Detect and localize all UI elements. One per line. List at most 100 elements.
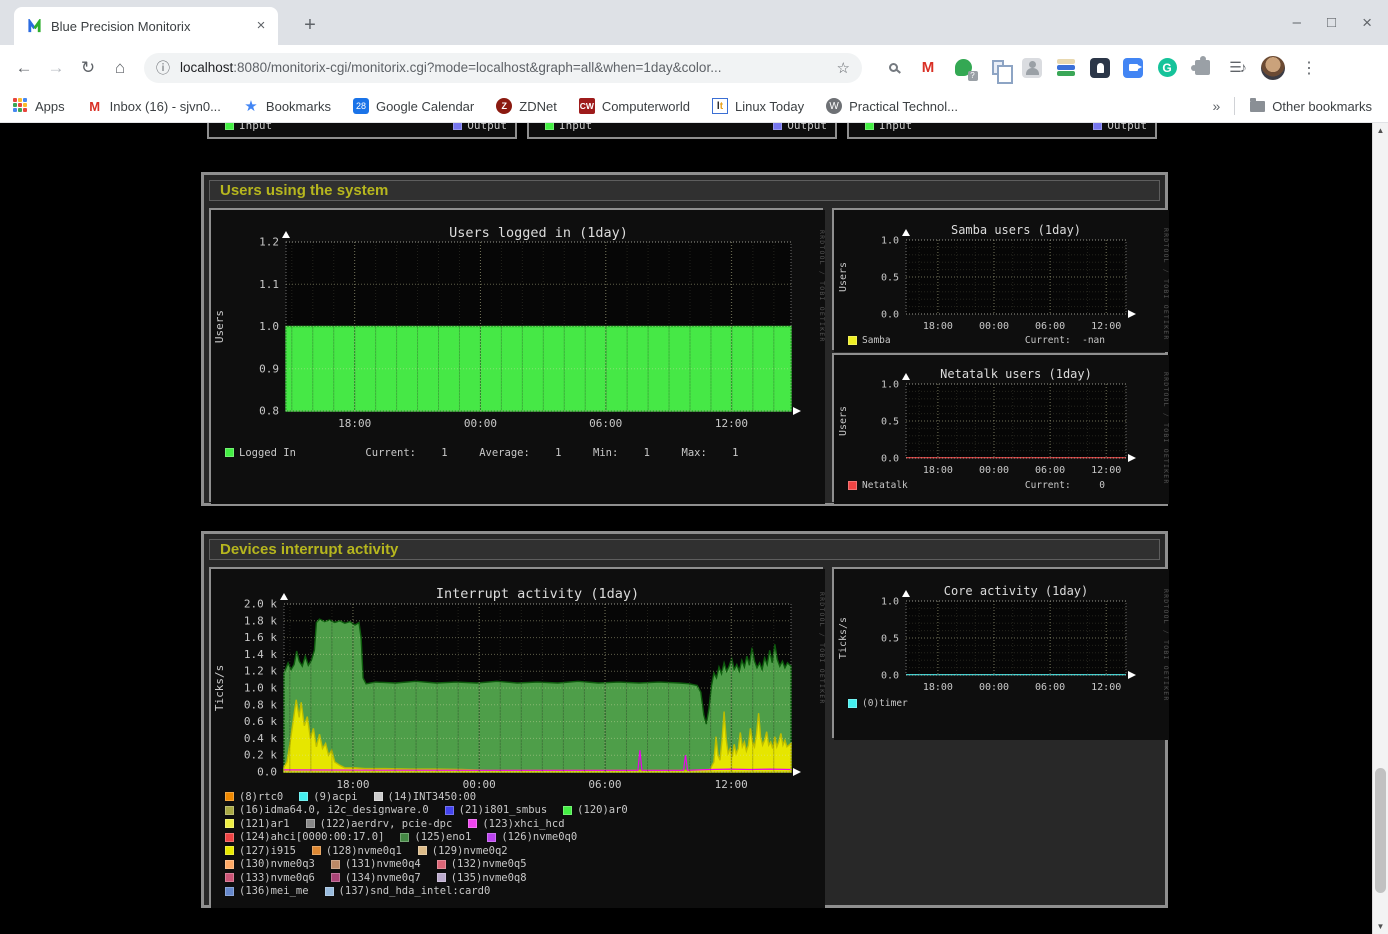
svg-text:06:00: 06:00 (1035, 321, 1065, 332)
bookmark-star-icon[interactable]: ☆ (837, 59, 850, 77)
url-host: localhost (180, 60, 233, 75)
legend-swatch (225, 819, 234, 828)
url-path: :8080/monitorix-cgi/monitorix.cgi?mode=l… (233, 60, 721, 75)
svg-text:0.8: 0.8 (259, 405, 279, 418)
computerworld-icon: CW (579, 98, 595, 114)
playlist-extension-icon[interactable]: ☰♪ (1226, 57, 1248, 79)
reload-button[interactable]: ↻ (74, 54, 102, 82)
svg-text:0.2 k: 0.2 k (244, 749, 277, 762)
window-close-button[interactable]: × (1362, 13, 1372, 33)
bookmark-computerworld[interactable]: CW Computerworld (579, 98, 690, 114)
window-minimize-button[interactable]: – (1293, 14, 1301, 31)
svg-text:12:00: 12:00 (1091, 465, 1121, 476)
gmail-extension-icon[interactable]: M (917, 57, 939, 79)
bookmark-zdnet[interactable]: Z ZDNet (496, 98, 557, 114)
section-users: Users using the system 0.80.91.01.11.218… (201, 172, 1168, 506)
bookmark-label: Inbox (16) - sjvn0... (110, 99, 221, 114)
legend-item: (131)nvme0q4 (331, 858, 421, 870)
input-swatch (865, 123, 874, 130)
bookmark-label: ZDNet (519, 99, 557, 114)
input-swatch (225, 123, 234, 130)
search-extension-icon[interactable] (882, 57, 904, 79)
bookmark-inbox[interactable]: M Inbox (16) - sjvn0... (87, 98, 221, 114)
legend-swatch (306, 819, 315, 828)
extensions-puzzle-icon[interactable] (1191, 57, 1213, 79)
grammarly-extension-icon[interactable]: G (1156, 57, 1178, 79)
bookmarks-overflow-chevron[interactable]: » (1213, 98, 1221, 114)
copy-extension-icon[interactable] (987, 57, 1009, 79)
profile-avatar[interactable] (1261, 56, 1285, 80)
grammarly-g-icon: G (1158, 58, 1177, 77)
output-label: Output (467, 123, 507, 132)
svg-text:12:00: 12:00 (1091, 682, 1121, 693)
svg-text:06:00: 06:00 (1035, 465, 1065, 476)
legend-swatch (325, 887, 334, 896)
bookmark-linux-today[interactable]: lt Linux Today (712, 98, 804, 114)
browser-titlebar: Blue Precision Monitorix × + – □ × (0, 0, 1388, 45)
window-maximize-button[interactable]: □ (1327, 14, 1336, 31)
svg-text:1.6 k: 1.6 k (244, 631, 277, 644)
scroll-up-arrow[interactable]: ▲ (1373, 123, 1388, 138)
legend-item: (124)ahci[0000:00:17.0] (225, 831, 384, 843)
lamp-extension-icon[interactable] (1090, 58, 1110, 78)
legend-swatch (468, 819, 477, 828)
legend-item: (125)eno1 (400, 831, 471, 843)
tab-close-icon[interactable]: × (252, 17, 270, 35)
person-extension-icon[interactable] (1022, 58, 1042, 78)
scrollbar-thumb[interactable] (1375, 768, 1386, 893)
new-tab-button[interactable]: + (296, 12, 324, 40)
svg-text:1.0 k: 1.0 k (244, 682, 277, 695)
svg-text:0.6 k: 0.6 k (244, 715, 277, 728)
forward-button[interactable]: → (42, 54, 70, 82)
bookmark-label: Google Calendar (376, 99, 474, 114)
browser-tab[interactable]: Blue Precision Monitorix × (14, 7, 278, 45)
section-header: Users using the system (209, 180, 1160, 201)
section-title: Devices interrupt activity (220, 541, 398, 558)
legend-swatch (225, 860, 234, 869)
svg-text:1.1: 1.1 (259, 278, 279, 291)
svg-text:18:00: 18:00 (338, 417, 371, 430)
svg-text:0.5: 0.5 (881, 417, 899, 428)
svg-text:1.0: 1.0 (259, 320, 279, 333)
voice-extension-icon[interactable] (952, 57, 974, 79)
network-graph-panel[interactable]: Input Output (207, 123, 517, 139)
video-camera-icon (1129, 64, 1138, 71)
site-info-icon[interactable]: ⓘ (156, 58, 170, 78)
legend-current: Current: -nan (1025, 335, 1105, 346)
browser-menu-icon[interactable]: ⋮ (1298, 57, 1320, 79)
apps-grid-icon (12, 98, 28, 114)
bookmark-practical-technology[interactable]: W Practical Technol... (826, 98, 958, 114)
url-bar[interactable]: ⓘ localhost:8080/monitorix-cgi/monitorix… (144, 53, 862, 83)
svg-text:0.0: 0.0 (257, 766, 277, 779)
other-bookmarks-button[interactable]: Other bookmarks (1249, 98, 1372, 114)
library-extension-icon[interactable] (1055, 57, 1077, 79)
interrupt-activity-chart[interactable]: 0.00.2 k0.4 k0.6 k0.8 k1.0 k1.2 k1.4 k1.… (209, 567, 823, 906)
back-button[interactable]: ← (10, 54, 38, 82)
svg-text:Ticks/s: Ticks/s (213, 665, 226, 711)
page-scrollbar[interactable]: ▲ ▼ (1372, 123, 1388, 934)
bookmark-google-calendar[interactable]: 28 Google Calendar (353, 98, 474, 114)
home-button[interactable]: ⌂ (106, 54, 134, 82)
legend-item: (122)aerdrv, pcie-dpc (306, 818, 453, 830)
input-swatch (545, 123, 554, 130)
video-extension-icon[interactable] (1123, 58, 1143, 78)
network-graph-panel[interactable]: Input Output (527, 123, 837, 139)
svg-text:1.8 k: 1.8 k (244, 614, 277, 627)
input-label: Input (559, 123, 592, 132)
svg-text:18:00: 18:00 (923, 321, 953, 332)
netatalk-users-chart[interactable]: 0.00.51.018:0000:0006:0012:00Netatalk us… (832, 353, 1167, 502)
samba-users-chart[interactable]: 0.00.51.018:0000:0006:0012:00Samba users… (832, 208, 1167, 350)
network-graph-panel[interactable]: Input Output (847, 123, 1157, 139)
core-activity-chart[interactable]: 0.00.51.018:0000:0006:0012:00Core activi… (832, 567, 1167, 738)
bookmark-apps[interactable]: Apps (12, 98, 65, 114)
legend-swatch (225, 792, 234, 801)
legend-item: (136)mei_me (225, 885, 309, 897)
bookmark-bookmarks[interactable]: ★ Bookmarks (243, 98, 331, 114)
url-text: localhost:8080/monitorix-cgi/monitorix.c… (180, 60, 837, 75)
svg-text:0.0: 0.0 (881, 310, 899, 321)
scroll-down-arrow[interactable]: ▼ (1373, 919, 1388, 934)
users-logged-in-chart[interactable]: 0.80.91.01.11.218:0000:0006:0012:00Users… (209, 208, 823, 502)
chart-svg: 0.00.51.018:0000:0006:0012:00Samba users… (834, 210, 1169, 352)
legend-item: Samba (848, 335, 891, 346)
bookmarks-bar: Apps M Inbox (16) - sjvn0... ★ Bookmarks… (0, 90, 1388, 123)
